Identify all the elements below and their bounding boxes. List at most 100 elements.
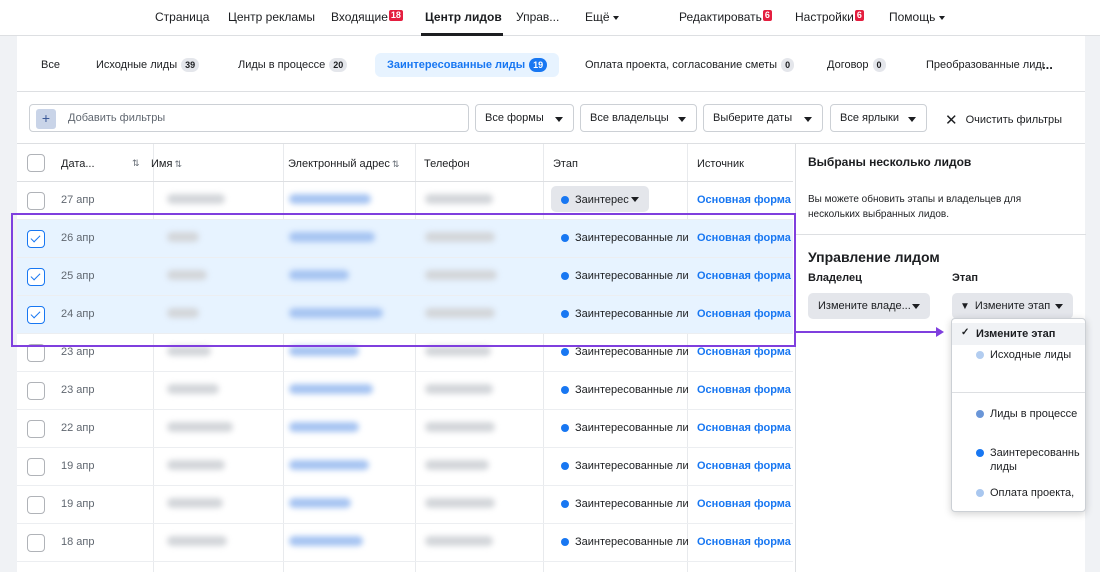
row-source-link[interactable]: Основная форма	[697, 346, 791, 358]
row-name-redacted	[167, 498, 223, 508]
nav-ads-center[interactable]: Центр рекламы	[228, 10, 315, 24]
row-stage-label: Заинтересованные ли	[575, 384, 689, 396]
nav-leads-center[interactable]: Центр лидов	[425, 10, 502, 24]
row-stage-dropdown[interactable]: Заинтерес	[551, 186, 649, 212]
stage-dot-icon	[561, 272, 569, 280]
row-name-redacted	[167, 194, 225, 204]
row-source-link[interactable]: Основная форма	[697, 422, 791, 434]
sort-icon: ⇅	[391, 159, 400, 169]
stage-dot-icon	[561, 500, 569, 508]
nav-settings[interactable]: Настройки 6	[795, 10, 864, 24]
row-email-redacted	[289, 346, 359, 356]
select-all-checkbox[interactable]	[27, 154, 45, 172]
row-source-link[interactable]: Основная форма	[697, 308, 791, 320]
row-source-link[interactable]: Основная форма	[697, 232, 791, 244]
clear-filters-button[interactable]: ✕ Очистить фильтры	[945, 111, 1062, 129]
owners-dropdown[interactable]: Все владельцы	[580, 104, 697, 132]
change-stage-button[interactable]: ▼ Измените этап	[952, 293, 1073, 319]
nav-edit-label: Редактировать	[679, 10, 762, 24]
add-filters-input[interactable]: + Добавить фильтры	[29, 104, 469, 132]
nav-inbox[interactable]: Входящие 18	[331, 10, 403, 24]
table-row[interactable]: 24 апр Заинтересованные ли Основная форма	[17, 296, 793, 334]
sort-icon[interactable]: ⇅	[132, 158, 140, 169]
row-checkbox[interactable]	[27, 382, 45, 400]
table-row[interactable]: 26 апр Заинтересованные ли Основная форма	[17, 220, 793, 258]
row-source-link[interactable]: Основная форма	[697, 460, 791, 472]
nav-manage[interactable]: Управ...	[516, 10, 559, 24]
row-date: 19 апр	[61, 460, 95, 472]
menu-item-change-stage[interactable]: ✓ Измените этап	[952, 323, 1085, 345]
plus-icon[interactable]: +	[36, 109, 56, 129]
row-stage-label: Заинтересованные ли	[575, 536, 689, 548]
row-checkbox[interactable]	[27, 344, 45, 362]
row-stage-label: Заинтересованные ли	[575, 232, 689, 244]
table-row[interactable]: 19 апр Заинтересованные ли Основная форма	[17, 448, 793, 486]
labels-dropdown-label: Все ярлыки	[840, 112, 899, 124]
nav-settings-label: Настройки	[795, 10, 854, 24]
tabs-more-button[interactable]: ...	[1042, 53, 1053, 77]
stage-dot-icon	[561, 234, 569, 242]
row-checkbox[interactable]	[27, 268, 45, 286]
header-source[interactable]: Источник	[697, 158, 744, 170]
nav-edit[interactable]: Редактировать 6	[679, 10, 772, 24]
chevron-down-icon	[678, 117, 686, 122]
header-stage[interactable]: Этап	[553, 158, 578, 170]
table-row[interactable]: 19 апр Заинтересованные ли Основная форма	[17, 486, 793, 524]
row-phone-redacted	[425, 308, 495, 318]
menu-item-interested-leads[interactable]: Заинтересованные лиды	[952, 446, 1085, 480]
header-date[interactable]: Дата...	[61, 158, 95, 170]
row-source-link[interactable]: Основная форма	[697, 536, 791, 548]
change-owner-button[interactable]: Измените владе...	[808, 293, 930, 319]
row-date: 27 апр	[61, 194, 95, 206]
tab-initial-leads[interactable]: Исходные лиды 39	[84, 53, 211, 77]
row-checkbox[interactable]	[27, 420, 45, 438]
row-stage: Заинтересованные ли	[561, 308, 689, 320]
table-row[interactable]: 23 апр Заинтересованные ли Основная форма	[17, 372, 793, 410]
row-email-redacted	[289, 422, 359, 432]
header-email[interactable]: Электронный адрес ⇅	[288, 158, 399, 170]
row-date: 23 апр	[61, 346, 95, 358]
row-checkbox[interactable]	[27, 230, 45, 248]
menu-item-initial-leads[interactable]: Исходные лиды	[952, 348, 1085, 382]
labels-dropdown[interactable]: Все ярлыки	[830, 104, 927, 132]
chevron-down-icon	[908, 117, 916, 122]
row-source-link[interactable]: Основная форма	[697, 498, 791, 510]
menu-item-leads-in-progress[interactable]: Лиды в процессе	[952, 407, 1085, 441]
forms-dropdown[interactable]: Все формы	[475, 104, 574, 132]
nav-help-label: Помощь	[889, 10, 936, 24]
row-checkbox[interactable]	[27, 458, 45, 476]
leads-table: Дата... ⇅ Имя ⇅ Электронный адрес ⇅ Телефо…	[17, 144, 793, 572]
row-stage: Заинтересованные ли	[561, 270, 689, 282]
row-checkbox[interactable]	[27, 306, 45, 324]
tab-converted-leads[interactable]: Преобразованные лиды	[914, 53, 1045, 77]
tab-contract[interactable]: Договор 0	[815, 53, 898, 77]
table-row[interactable]: 27 апр Заинтерес Основная форма	[17, 182, 793, 220]
tab-project-payment[interactable]: Оплата проекта, согласование сметы 0	[573, 53, 806, 77]
row-checkbox[interactable]	[27, 192, 45, 210]
owners-dropdown-label: Все владельцы	[590, 112, 669, 124]
tab-label: Преобразованные лиды	[926, 59, 1045, 71]
row-phone-redacted	[425, 194, 493, 204]
nav-page[interactable]: Страница	[155, 10, 209, 24]
header-phone[interactable]: Телефон	[424, 158, 470, 170]
row-source-link[interactable]: Основная форма	[697, 270, 791, 282]
table-row[interactable]: 25 апр Заинтересованные ли Основная форма	[17, 258, 793, 296]
tab-interested-leads[interactable]: Заинтересованные лиды 19	[375, 53, 560, 77]
row-checkbox[interactable]	[27, 534, 45, 552]
table-row[interactable]: 22 апр Заинтересованные ли Основная форма	[17, 410, 793, 448]
tab-all[interactable]: Все	[29, 53, 72, 77]
row-source-link[interactable]: Основная форма	[697, 384, 791, 396]
row-source-link[interactable]: Основная форма	[697, 194, 791, 206]
tab-leads-in-progress[interactable]: Лиды в процессе 20	[226, 53, 359, 77]
header-name[interactable]: Имя ⇅	[151, 158, 182, 170]
menu-item-project-payment[interactable]: Оплата проекта,	[952, 486, 1085, 511]
dates-dropdown[interactable]: Выберите даты	[703, 104, 823, 132]
menu-divider	[952, 392, 1085, 393]
nav-help[interactable]: Помощь	[889, 10, 945, 24]
nav-more[interactable]: Ещё	[585, 10, 619, 24]
table-row[interactable]: 18 апр Заинтересованные ли Основная форма	[17, 524, 793, 562]
row-checkbox[interactable]	[27, 496, 45, 514]
header-name-label: Имя	[151, 158, 173, 170]
table-row[interactable]: 23 апр Заинтересованные ли Основная форма	[17, 334, 793, 372]
chevron-down-icon	[938, 16, 945, 20]
